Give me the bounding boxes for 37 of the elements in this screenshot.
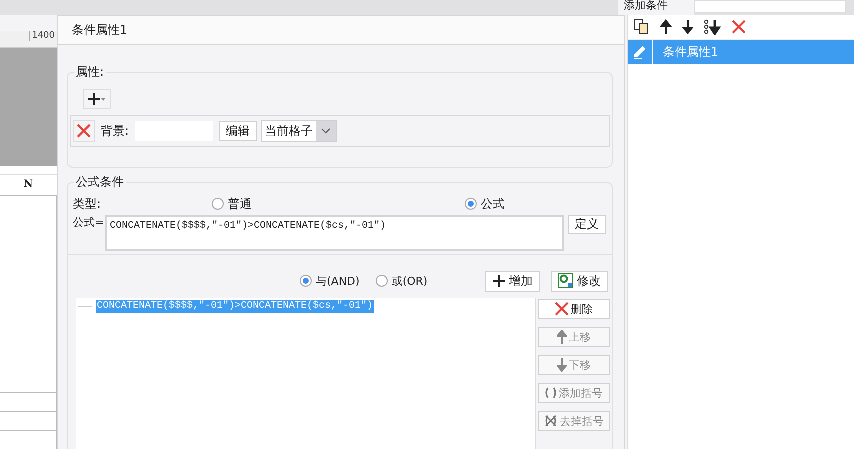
panel-header: 添加条件 [618,0,694,15]
formula-label: 公式= [72,215,103,230]
add-button[interactable]: 增加 [485,270,540,292]
scope-dropdown[interactable]: 当前格子 [261,120,338,142]
edit-button[interactable]: 编辑 [219,121,258,141]
arrow-up-icon[interactable] [660,19,672,35]
pencil-icon [632,44,648,60]
formula-field[interactable]: CONCATENATE($$$$,"-01")>CONCATENATE($cs,"-01") [105,215,564,251]
property-label: 背景: [101,122,130,140]
parentheses-remove-icon [544,414,558,428]
arrow-up-icon [557,330,567,344]
logic-radio[interactable]: 或(OR) [376,274,428,288]
group-legend: 属性: [74,64,106,80]
arrow-down-icon [557,358,567,372]
logic-radio[interactable]: 与(AND) [300,274,360,288]
close-icon[interactable] [732,20,746,34]
remove-property-button[interactable] [73,120,95,142]
arrow-down-icon[interactable] [682,19,694,35]
type-label: 类型: [72,196,102,212]
plus-icon [88,92,106,106]
add-property-button[interactable] [83,89,111,109]
group-legend: 公式条件 [74,174,126,190]
column-header: N [0,174,57,196]
parentheses-icon [545,387,557,399]
move-to-bottom-icon[interactable] [704,19,722,35]
close-icon [555,302,569,316]
plus-icon [492,274,506,288]
define-button[interactable]: 定义 [568,215,606,234]
side-button[interactable]: 删除 [538,299,610,319]
copy-icon[interactable] [634,19,650,35]
modify-button[interactable]: 修改 [551,270,608,292]
type-radio[interactable]: 公式 [465,196,505,212]
dialog-title: 条件属性1 [58,16,624,45]
type-radio[interactable]: 普通 [212,196,252,212]
ruler-label: 1400 [29,31,57,41]
chevron-down-icon [321,128,332,134]
input-field[interactable] [694,0,846,13]
